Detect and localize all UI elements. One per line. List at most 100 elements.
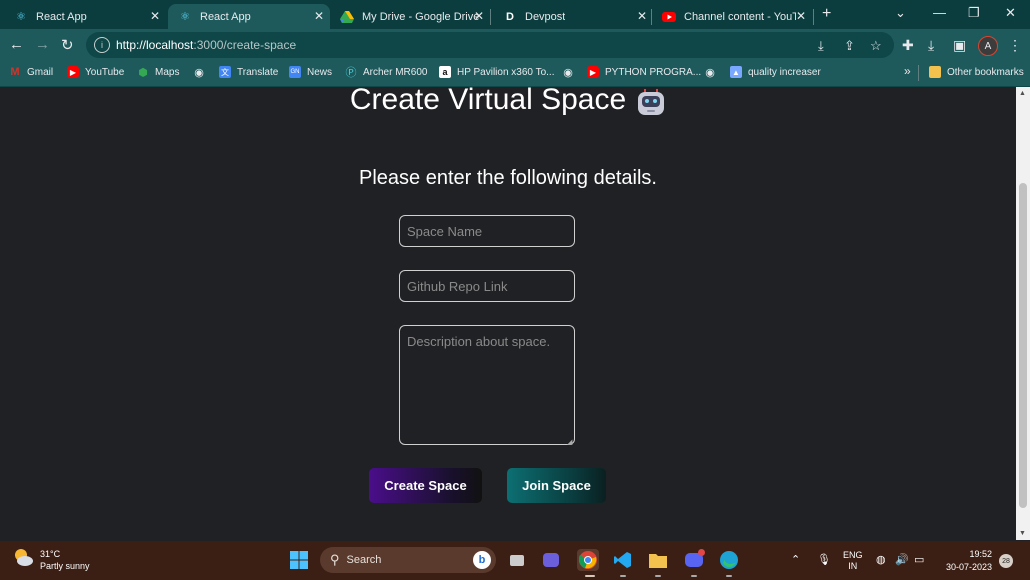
tab-separator [651, 9, 652, 25]
bookmark-globe[interactable]: ◉ [704, 66, 722, 79]
translate-icon: 文 [219, 66, 231, 78]
tplink-icon: Ⓟ [345, 67, 357, 79]
back-icon[interactable]: ← [9, 36, 24, 53]
discord-icon[interactable] [683, 549, 705, 571]
side-panel-icon[interactable]: ▣ [953, 37, 966, 54]
bookmark-youtube[interactable]: ▶ YouTube [67, 66, 124, 78]
bookmark-separator [918, 65, 919, 81]
running-indicator [726, 575, 732, 577]
page-scrollbar[interactable]: ▲ ▼ [1016, 87, 1030, 540]
reload-icon[interactable]: ↻ [61, 36, 74, 54]
bookmark-archer[interactable]: Ⓟ Archer MR600 [345, 66, 428, 80]
amazon-icon: a [439, 66, 451, 78]
globe-icon: ◉ [194, 66, 204, 79]
running-indicator [691, 575, 697, 577]
close-tab-icon[interactable]: ✕ [796, 9, 806, 23]
browser-tab-active[interactable]: ⚛ React App ✕ [168, 4, 330, 29]
forward-icon[interactable]: → [35, 36, 50, 53]
microphone-icon[interactable]: 🎙 [817, 553, 831, 566]
clock[interactable]: 19:52 30-07-2023 [940, 548, 992, 574]
close-window-button[interactable]: ✕ [1005, 5, 1016, 21]
bookmark-news[interactable]: GN News [289, 66, 332, 78]
scroll-down-icon[interactable]: ▼ [1019, 530, 1026, 537]
task-view-icon[interactable] [506, 549, 528, 571]
image-icon: ▲ [730, 66, 742, 78]
minimize-button[interactable]: — [933, 5, 946, 20]
language-indicator[interactable]: ENG IN [843, 550, 863, 572]
chat-icon[interactable] [540, 549, 562, 571]
downloads-icon[interactable]: ⤓ [928, 37, 934, 54]
description-textarea[interactable] [399, 325, 575, 445]
clock-time: 19:52 [969, 549, 992, 559]
tab-title: Channel content - YouTube [684, 10, 796, 23]
temperature: 31°C [40, 548, 61, 559]
extensions-icon[interactable]: ✚ [902, 37, 914, 54]
taskbar-search[interactable]: ⚲ Search b [320, 547, 496, 573]
bookmark-star-icon[interactable]: ☆ [870, 38, 882, 54]
site-info-icon[interactable]: i [94, 37, 110, 53]
restore-button[interactable]: ❐ [968, 5, 980, 21]
other-bookmarks-folder[interactable]: Other bookmarks [929, 66, 1024, 78]
scrollbar-thumb[interactable] [1019, 183, 1027, 508]
tab-search-icon[interactable]: ⌄ [895, 5, 906, 21]
search-label: Search [346, 554, 382, 566]
close-tab-icon[interactable]: ✕ [637, 9, 647, 23]
url-text: http://localhost:3000/create-space [116, 38, 297, 52]
page-title: Create Virtual Space [0, 87, 1016, 117]
profile-avatar[interactable]: A [978, 36, 998, 56]
vscode-icon[interactable] [612, 549, 634, 571]
news-icon: GN [289, 66, 301, 78]
notification-count-badge[interactable]: 28 [999, 554, 1013, 568]
bookmark-translate[interactable]: 文 Translate [219, 66, 278, 78]
close-tab-icon[interactable]: ✕ [474, 9, 484, 23]
file-explorer-icon[interactable] [647, 549, 669, 571]
bookmark-quality-increaser[interactable]: ▲ quality increaser [730, 66, 821, 78]
devpost-icon: D [506, 10, 514, 23]
create-space-button[interactable]: Create Space [369, 468, 482, 503]
new-tab-button[interactable]: + [822, 5, 831, 23]
browser-tab[interactable]: Channel content - YouTube ✕ [652, 4, 812, 29]
menu-icon[interactable]: ⋮ [1008, 37, 1022, 54]
bookmark-python[interactable]: ▶ PYTHON PROGRA... [587, 66, 701, 78]
resize-handle-icon[interactable]: ◢ [567, 438, 572, 446]
globe-icon: ◉ [705, 66, 715, 79]
youtube-icon [662, 10, 676, 24]
active-app-indicator [585, 575, 595, 577]
tab-title: React App [200, 10, 251, 23]
bookmark-globe[interactable]: ◉ [562, 66, 580, 79]
bookmarks-overflow-button[interactable]: » [904, 64, 911, 78]
browser-tab[interactable]: D Devpost ✕ [493, 4, 653, 29]
tab-title: My Drive - Google Drive [362, 10, 480, 23]
tab-title: Devpost [525, 10, 566, 23]
bookmark-hp-pavilion[interactable]: a HP Pavilion x360 To... [439, 66, 554, 78]
weather-widget[interactable]: 31°C Partly sunny [12, 547, 90, 572]
bookmark-globe[interactable]: ◉ [193, 66, 211, 79]
bookmark-maps[interactable]: ⬢ Maps [137, 66, 179, 79]
running-indicator [620, 575, 626, 577]
join-space-button[interactable]: Join Space [507, 468, 606, 503]
drive-icon [340, 10, 354, 24]
maps-icon: ⬢ [138, 66, 148, 79]
chrome-taskbar-icon[interactable] [577, 549, 599, 571]
bookmark-gmail[interactable]: M Gmail [9, 66, 53, 78]
clock-date: 30-07-2023 [945, 562, 992, 572]
bing-icon: b [473, 551, 491, 569]
browser-tab[interactable]: My Drive - Google Drive ✕ [330, 4, 490, 29]
volume-icon[interactable]: 🔊 [895, 553, 909, 566]
tab-separator [490, 9, 491, 25]
install-app-icon[interactable]: ⤓ [818, 38, 824, 54]
close-tab-icon[interactable]: ✕ [314, 9, 324, 23]
share-icon[interactable]: ⇪ [844, 38, 855, 54]
address-bar[interactable]: i http://localhost:3000/create-space ⤓ ⇪… [86, 32, 894, 58]
github-repo-input[interactable] [399, 270, 575, 302]
edge-icon[interactable] [718, 549, 740, 571]
show-hidden-icons-chevron-icon[interactable]: ⌃ [791, 553, 800, 566]
browser-tab[interactable]: ⚛ React App ✕ [4, 4, 166, 29]
space-name-input[interactable] [399, 215, 575, 247]
youtube-icon: ▶ [587, 66, 599, 78]
close-tab-icon[interactable]: ✕ [150, 9, 160, 23]
start-windows-icon[interactable] [288, 549, 310, 571]
battery-icon[interactable]: ▭ [914, 553, 924, 566]
network-globe-icon[interactable]: ◍ [876, 553, 886, 566]
scroll-up-icon[interactable]: ▲ [1019, 90, 1026, 97]
